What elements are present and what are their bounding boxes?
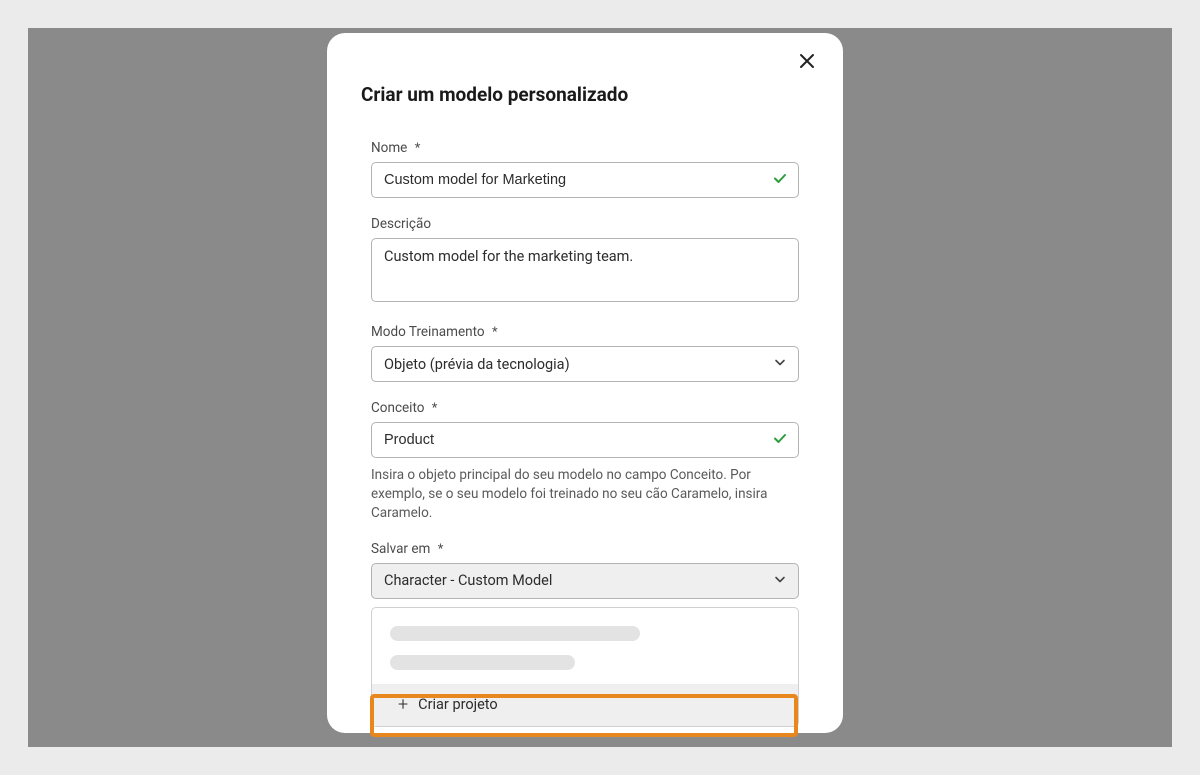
label-text: Salvar em [371,541,430,557]
plus-icon: + [398,696,408,714]
check-icon [773,431,787,450]
chevron-down-icon [774,356,786,373]
field-save-in: Salvar em * Character - Custom Model + C… [371,541,799,727]
name-input[interactable] [371,162,799,198]
save-in-label: Salvar em * [371,541,799,557]
required-asterisk: * [432,401,438,416]
required-asterisk: * [415,141,421,156]
check-icon [773,171,787,190]
create-project-label: Criar projeto [418,696,498,713]
close-button[interactable] [799,51,815,73]
training-mode-select[interactable]: Objeto (prévia da tecnologia) [371,346,799,382]
label-text: Modo Treinamento [371,324,485,340]
field-description: Descrição [371,216,799,306]
chevron-down-icon [774,572,786,589]
placeholder-option[interactable] [390,626,640,641]
field-training-mode: Modo Treinamento * Objeto (prévia da tec… [371,324,799,382]
save-in-dropdown: + Criar projeto [371,607,799,727]
description-textarea[interactable] [371,238,799,302]
name-label: Nome * [371,140,799,156]
label-text: Conceito [371,400,424,416]
save-in-select[interactable]: Character - Custom Model [371,563,799,599]
field-name: Nome * [371,140,799,198]
concept-label: Conceito * [371,400,799,416]
form: Nome * Descrição Modo Treinamento * Obje… [327,140,843,727]
concept-helper-text: Insira o objeto principal do seu modelo … [371,466,799,523]
select-value: Character - Custom Model [384,572,552,589]
placeholder-option[interactable] [390,655,575,670]
dialog-title: Criar um modelo personalizado [361,83,843,106]
label-text: Nome [371,140,407,156]
required-asterisk: * [438,542,444,557]
field-concept: Conceito * Insira o objeto principal do … [371,400,799,523]
required-asterisk: * [492,325,498,340]
concept-input[interactable] [371,422,799,458]
training-mode-label: Modo Treinamento * [371,324,799,340]
create-project-button[interactable]: + Criar projeto [372,684,798,726]
create-custom-model-dialog: Criar um modelo personalizado Nome * Des… [327,33,843,733]
description-label: Descrição [371,216,799,232]
select-value: Objeto (prévia da tecnologia) [384,356,570,373]
close-icon [799,53,815,69]
